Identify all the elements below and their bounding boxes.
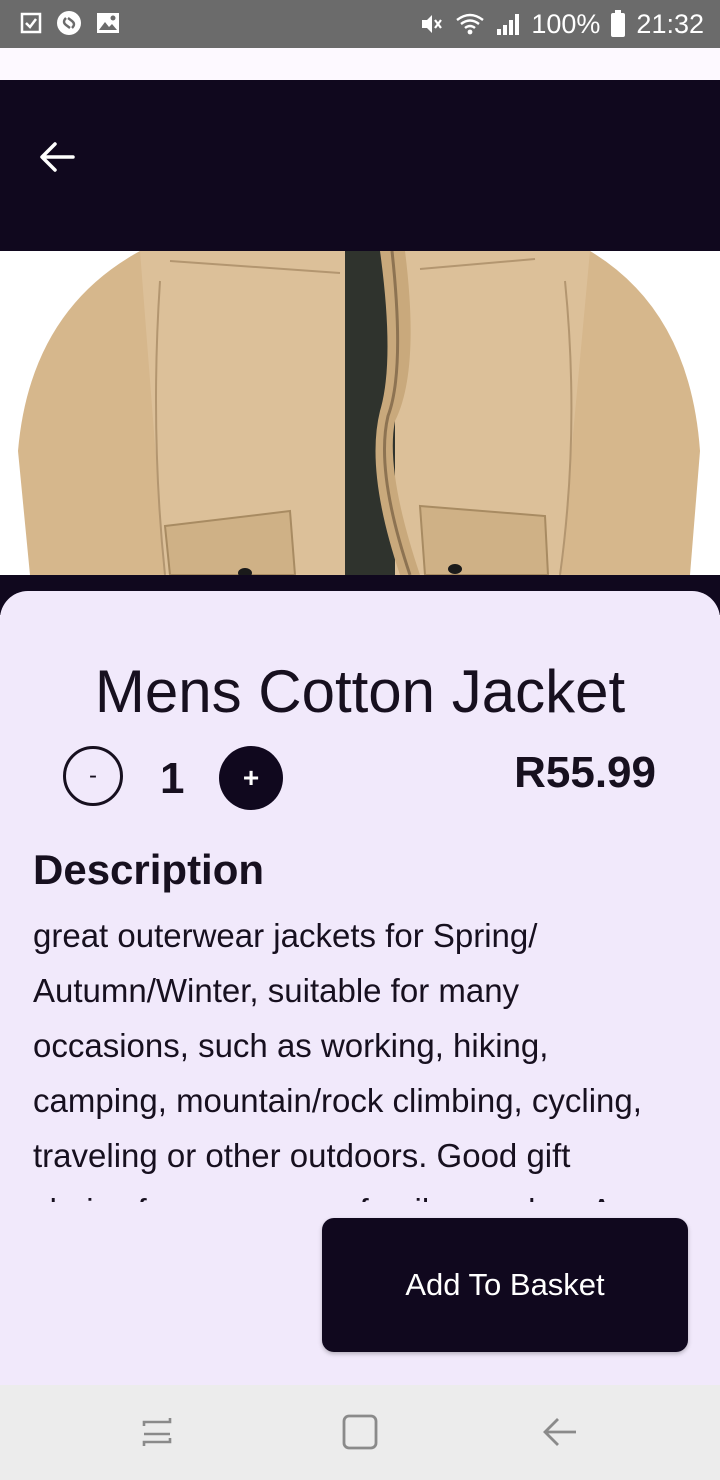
status-right-icons: 100% 21:32: [419, 8, 704, 40]
decrease-quantity-button[interactable]: -: [63, 746, 123, 806]
mute-icon: [422, 15, 443, 33]
app-header: [0, 80, 720, 251]
jacket-image: [0, 251, 720, 575]
recent-apps-button[interactable]: [140, 1414, 176, 1455]
minus-label: -: [89, 762, 97, 789]
wifi-icon: [456, 13, 485, 35]
status-bar: 100% 21:32: [0, 0, 720, 48]
product-title: Mens Cotton Jacket: [94, 658, 626, 725]
product-image: [0, 251, 720, 575]
home-button[interactable]: [340, 1412, 380, 1457]
recent-apps-icon: [142, 1418, 172, 1446]
add-to-basket-button[interactable]: Add To Basket: [322, 1218, 688, 1352]
top-strip: [0, 48, 720, 80]
battery-percentage: 100%: [531, 9, 601, 39]
add-to-basket-label: Add To Basket: [405, 1267, 605, 1302]
gallery-icon: [97, 13, 119, 33]
increase-quantity-button[interactable]: +: [219, 746, 283, 810]
arrow-back-icon: [40, 142, 75, 172]
battery-icon: [611, 10, 626, 37]
quantity-value: 1: [160, 754, 185, 803]
signal-icon: [497, 14, 520, 35]
home-icon: [342, 1414, 378, 1450]
system-back-button[interactable]: [540, 1414, 580, 1455]
description-scroll-area[interactable]: great outerwear jackets for Spring/ Autu…: [33, 908, 673, 1202]
description-heading: Description: [33, 846, 265, 893]
product-price: R55.99: [514, 748, 656, 797]
status-left-icons: [20, 10, 120, 36]
status-time: 21:32: [636, 9, 704, 39]
description-text: great outerwear jackets for Spring/ Autu…: [33, 917, 642, 1202]
back-button[interactable]: [32, 132, 82, 182]
checkbox-notification-icon: [20, 12, 42, 34]
plus-label: +: [242, 762, 260, 793]
back-icon: [543, 1418, 576, 1446]
shazam-icon: [57, 11, 81, 35]
